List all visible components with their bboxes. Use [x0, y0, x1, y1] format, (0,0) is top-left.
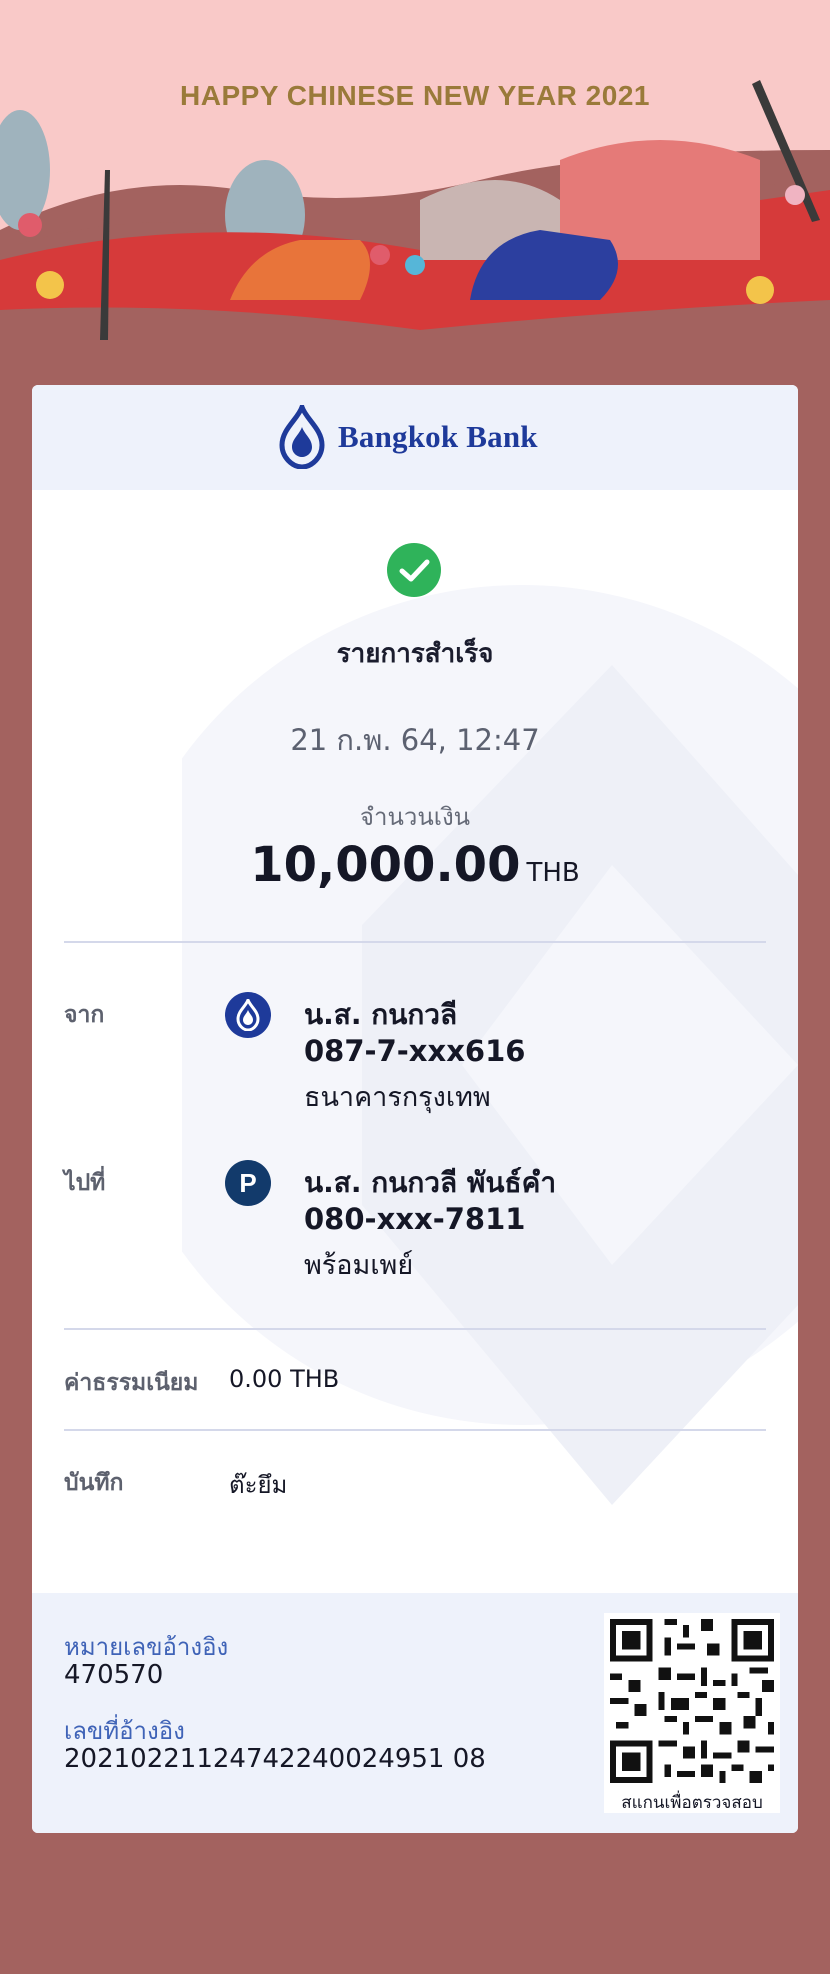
- bangkok-bank-logo-icon: [279, 405, 325, 469]
- from-name: น.ส. กนกวลี: [304, 998, 458, 1031]
- fee-value: 0.00 THB: [229, 1365, 340, 1393]
- new-year-banner: HAPPY CHINESE NEW YEAR 2021: [0, 0, 830, 385]
- memo-value: ต๊ะยึม: [229, 1471, 288, 1499]
- from-label: จาก: [64, 1002, 105, 1028]
- watermark-graphic: [182, 585, 798, 1505]
- fee-label: ค่าธรรมเนียม: [64, 1370, 199, 1396]
- reference-no-value: 20210221124742240024951 08: [64, 1744, 486, 1774]
- card-header: Bangkok Bank: [32, 385, 798, 490]
- banner-title: HAPPY CHINESE NEW YEAR 2021: [180, 80, 650, 111]
- to-name: น.ส. กนกวลี พันธ์คำ: [304, 1166, 557, 1199]
- divider: [64, 1429, 766, 1431]
- success-check-icon: [387, 543, 441, 597]
- transaction-datetime: 21 ก.พ. 64, 12:47: [290, 723, 540, 757]
- bank-name: Bangkok Bank: [338, 419, 538, 454]
- bangkok-bank-logo-icon: [225, 992, 271, 1038]
- transfer-receipt-card: Bangkok Bank รายการสำเร็จ 21 ก.พ. 64, 12…: [32, 385, 798, 1833]
- promptpay-icon: P: [225, 1160, 271, 1206]
- from-bank: ธนาคารกรุงเทพ: [304, 1082, 491, 1113]
- memo-label: บันทึก: [64, 1470, 124, 1496]
- amount-label: จำนวนเงิน: [359, 803, 471, 831]
- bank-logo: Bangkok Bank: [278, 405, 538, 469]
- to-label: ไปที่: [64, 1170, 106, 1196]
- divider: [64, 941, 766, 943]
- divider: [64, 1328, 766, 1330]
- reference-number-value: 470570: [64, 1660, 164, 1690]
- to-bank: พร้อมเพย์: [304, 1250, 414, 1281]
- verification-qr[interactable]: สแกนเพื่อตรวจสอบ: [604, 1613, 780, 1813]
- from-account: 087-7-xxx616: [304, 1034, 526, 1068]
- amount-value: 10,000.00: [250, 837, 521, 893]
- amount-currency: THB: [526, 858, 580, 888]
- reference-footer: หมายเลขอ้างอิง 470570 เลขที่อ้างอิง 2021…: [32, 1593, 798, 1833]
- qr-code-icon: [604, 1613, 780, 1789]
- qr-caption: สแกนเพื่อตรวจสอบ: [621, 1793, 763, 1813]
- banner-illustration: [0, 0, 830, 385]
- to-account: 080-xxx-7811: [304, 1202, 526, 1236]
- transaction-status: รายการสำเร็จ: [336, 639, 494, 669]
- amount: 10,000.00 THB: [32, 837, 798, 893]
